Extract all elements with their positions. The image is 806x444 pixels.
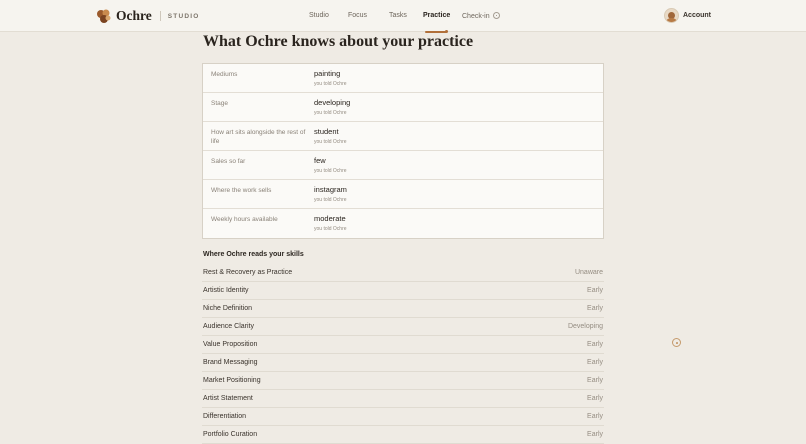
- skill-row: Artist Statement Early: [202, 390, 604, 408]
- nav-tasks[interactable]: Tasks: [389, 12, 407, 19]
- skill-level: Early: [587, 287, 603, 294]
- skill-row: Niche Definition Early: [202, 300, 604, 318]
- page-title: What Ochre knows about your practice: [203, 33, 474, 50]
- skill-name: Portfolio Curation: [203, 431, 258, 438]
- nav-studio[interactable]: Studio: [309, 12, 329, 19]
- skill-row: Audience Clarity Developing: [202, 318, 604, 336]
- skill-level: Early: [587, 431, 603, 438]
- skill-name: Niche Definition: [203, 305, 253, 312]
- profile-label: Weekly hours available: [211, 216, 278, 223]
- account-label: Account: [683, 12, 711, 19]
- profile-row-life-balance: How art sits alongside the rest of life …: [203, 122, 603, 151]
- nav-focus[interactable]: Focus: [348, 12, 367, 19]
- profile-label: How art sits alongside the rest of life: [211, 129, 306, 145]
- skill-level: Developing: [567, 323, 603, 330]
- account-menu[interactable]: Account: [664, 8, 711, 23]
- profile-label: Where the work sells: [211, 187, 272, 194]
- skill-row: Value Proposition Early: [202, 336, 604, 354]
- skills-section-title: Where Ochre reads your skills: [203, 251, 304, 258]
- skill-name: Differentiation: [203, 413, 247, 420]
- skill-level: Early: [587, 413, 603, 420]
- profile-value: moderate: [314, 214, 346, 223]
- skill-row: Artistic Identity Early: [202, 282, 604, 300]
- skill-level: Early: [587, 377, 603, 384]
- profile-source: you told Ochre: [314, 226, 347, 232]
- profile-source: you told Ochre: [314, 139, 347, 145]
- profile-value: instagram: [314, 185, 347, 194]
- skill-row: Brand Messaging Early: [202, 354, 604, 372]
- skill-name: Rest & Recovery as Practice: [203, 269, 293, 276]
- profile-value: developing: [314, 98, 351, 107]
- practice-profile-table: Mediums painting you told Ochre Stage de…: [202, 63, 604, 239]
- skill-name: Audience Clarity: [203, 323, 254, 330]
- profile-row-stage: Stage developing you told Ochre: [203, 93, 603, 122]
- profile-row-sales-channel: Where the work sells instagram you told …: [203, 180, 603, 209]
- profile-source: you told Ochre: [314, 168, 347, 174]
- nav-check-in-label: Check-in: [462, 13, 490, 20]
- profile-source: you told Ochre: [314, 197, 347, 203]
- skill-name: Value Proposition: [203, 341, 258, 348]
- skill-level: Unaware: [574, 269, 603, 276]
- nav-check-in[interactable]: Check-in: [462, 12, 500, 20]
- profile-value: student: [314, 127, 339, 136]
- skill-row: Market Positioning Early: [202, 372, 604, 390]
- profile-label: Mediums: [211, 71, 238, 78]
- profile-label: Stage: [211, 100, 228, 107]
- skill-row: Differentiation Early: [202, 408, 604, 426]
- skill-row: Portfolio Curation Early: [202, 426, 604, 444]
- skill-name: Brand Messaging: [203, 359, 258, 366]
- profile-value: painting: [314, 69, 341, 78]
- profile-label: Sales so far: [211, 158, 246, 165]
- skill-row: Rest & Recovery as Practice Unaware: [202, 264, 604, 282]
- top-navigation-bar: Ochre STUDIO Studio Focus Tasks Practice…: [0, 0, 806, 33]
- profile-source: you told Ochre: [314, 110, 347, 116]
- circle-dot-icon[interactable]: [672, 338, 681, 347]
- avatar: [664, 8, 679, 23]
- profile-row-mediums: Mediums painting you told Ochre: [203, 64, 603, 93]
- skill-name: Market Positioning: [203, 377, 261, 384]
- skill-name: Artistic Identity: [203, 287, 249, 294]
- nav-practice[interactable]: Practice: [423, 12, 450, 19]
- profile-source: you told Ochre: [314, 81, 347, 87]
- skill-name: Artist Statement: [203, 395, 253, 402]
- skill-level: Early: [587, 359, 603, 366]
- skill-level: Early: [587, 341, 603, 348]
- profile-row-weekly-hours: Weekly hours available moderate you told…: [203, 209, 603, 238]
- profile-value: few: [314, 156, 326, 165]
- circle-dot-icon: [492, 12, 500, 19]
- skill-level: Early: [587, 305, 603, 312]
- skill-level: Early: [587, 395, 603, 402]
- profile-row-sales: Sales so far few you told Ochre: [203, 151, 603, 180]
